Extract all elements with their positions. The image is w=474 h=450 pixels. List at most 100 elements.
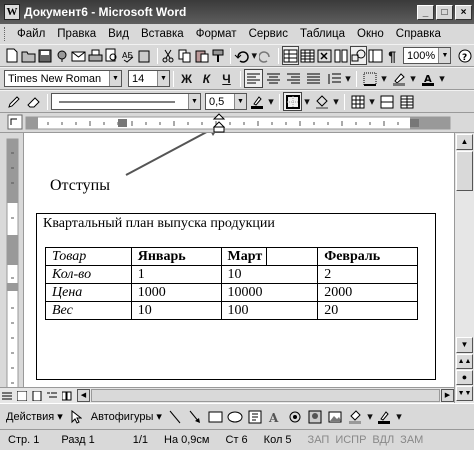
scroll-up-icon[interactable]: ▲ (456, 134, 473, 150)
insert-table-icon[interactable] (300, 46, 316, 65)
select-browse-object-icon[interactable]: ● (456, 370, 473, 385)
open-folder-icon[interactable] (21, 46, 37, 65)
wordart-icon[interactable]: A (266, 407, 285, 426)
status-overtype[interactable]: ЗАМ (397, 434, 426, 446)
research-icon[interactable] (137, 46, 153, 65)
select-objects-icon[interactable] (67, 407, 86, 426)
columns-icon[interactable] (333, 46, 349, 65)
eraser-icon[interactable] (24, 92, 43, 111)
menu-edit[interactable]: Правка (51, 28, 102, 40)
shading-dropdown-icon[interactable]: ▾ (332, 92, 340, 111)
clip-art-icon[interactable] (306, 407, 325, 426)
format-painter-icon[interactable] (210, 46, 226, 65)
arrow-tool-icon[interactable] (186, 407, 205, 426)
split-cells-icon[interactable] (397, 92, 416, 111)
shading-color-icon[interactable] (312, 92, 331, 111)
draw-table-pencil-icon[interactable] (4, 92, 23, 111)
table-cell[interactable]: 20 (317, 301, 418, 320)
outside-border-icon[interactable] (283, 92, 302, 111)
undo-icon[interactable] (234, 46, 250, 65)
fill-color-dropdown-icon[interactable]: ▾ (366, 407, 374, 426)
text-box-icon[interactable] (246, 407, 265, 426)
spelling-icon[interactable]: АБ (120, 46, 136, 65)
reading-view-icon[interactable] (60, 389, 74, 403)
borders-icon[interactable] (360, 69, 379, 88)
status-extend[interactable]: ВДЛ (369, 434, 397, 446)
insert-excel-icon[interactable] (317, 46, 333, 65)
close-button[interactable]: × (455, 4, 472, 20)
align-center-icon[interactable] (264, 69, 283, 88)
chevron-down-icon[interactable]: ▼ (109, 71, 121, 86)
paste-icon[interactable] (194, 46, 210, 65)
borders-dropdown-icon[interactable]: ▾ (380, 69, 388, 88)
header-cell[interactable]: Товар (45, 247, 132, 266)
merge-cells-icon[interactable] (377, 92, 396, 111)
table-cell[interactable]: 100 (220, 301, 319, 320)
header-cell[interactable]: Февраль (317, 247, 418, 266)
new-document-icon[interactable] (4, 46, 20, 65)
line-weight-select[interactable]: 0,5 ▼ (205, 93, 247, 110)
tables-borders-icon[interactable] (282, 46, 300, 65)
highlight-dropdown-icon[interactable]: ▾ (409, 69, 417, 88)
fill-color-icon[interactable] (346, 407, 365, 426)
underline-button[interactable]: Ч (217, 69, 236, 88)
outline-view-icon[interactable] (45, 389, 59, 403)
minimize-button[interactable]: _ (417, 4, 434, 20)
status-record[interactable]: ЗАП (300, 434, 333, 446)
table-cell[interactable]: Кол-во (45, 265, 132, 284)
line-spacing-icon[interactable] (324, 69, 343, 88)
insert-table-dropdown-icon[interactable]: ▾ (368, 92, 376, 111)
menu-table[interactable]: Таблица (294, 28, 351, 40)
table-cell[interactable]: Вес (45, 301, 132, 320)
diagram-icon[interactable] (286, 407, 305, 426)
vertical-scrollbar[interactable]: ▲ ▼ ▲▲ ● ▼▼ (454, 133, 474, 403)
maximize-button[interactable]: □ (436, 4, 453, 20)
table-cell[interactable]: 1000 (130, 283, 222, 302)
table-cell[interactable]: 1 (130, 265, 222, 284)
drawing-icon[interactable] (349, 46, 367, 65)
insert-picture-icon[interactable] (326, 407, 345, 426)
header-cell[interactable]: Март (220, 247, 319, 266)
help-icon[interactable]: ? (457, 46, 473, 65)
save-icon[interactable] (38, 46, 54, 65)
copy-icon[interactable] (177, 46, 193, 65)
chevron-down-icon[interactable]: ▼ (234, 94, 246, 109)
menu-insert[interactable]: Вставка (135, 28, 190, 40)
line-color-icon[interactable] (375, 407, 394, 426)
toolbar-grip[interactable] (4, 27, 7, 41)
print-preview-icon[interactable] (104, 46, 120, 65)
scroll-thumb[interactable] (456, 151, 473, 191)
outside-border-dropdown-icon[interactable]: ▾ (303, 92, 311, 111)
web-view-icon[interactable] (15, 389, 29, 403)
bold-button[interactable]: Ж (177, 69, 196, 88)
insert-table-menu-icon[interactable] (348, 92, 367, 111)
table-cell[interactable]: 10 (130, 301, 222, 320)
document-map-icon[interactable] (368, 46, 384, 65)
status-track-changes[interactable]: ИСПР (332, 434, 369, 446)
font-color-icon[interactable]: A (418, 69, 437, 88)
horizontal-ruler[interactable] (0, 113, 474, 133)
align-left-icon[interactable] (244, 69, 263, 88)
font-name-select[interactable]: Times New Roman ▼ (4, 70, 122, 87)
scroll-left-icon[interactable]: ◀ (77, 389, 90, 402)
horizontal-scrollbar[interactable]: ◀ ▶ (0, 387, 454, 403)
print-layout-icon[interactable] (30, 389, 44, 403)
line-spacing-dropdown-icon[interactable]: ▾ (344, 69, 352, 88)
justify-icon[interactable] (304, 69, 323, 88)
previous-page-icon[interactable]: ▲▲ (456, 354, 473, 369)
table-cell[interactable]: 10000 (220, 283, 319, 302)
autoshapes-menu[interactable]: Автофигуры ▾ (91, 410, 162, 423)
italic-button[interactable]: К (197, 69, 216, 88)
rectangle-tool-icon[interactable] (206, 407, 225, 426)
undo-dropdown-icon[interactable]: ▾ (251, 46, 258, 65)
menu-window[interactable]: Окно (351, 28, 390, 40)
align-right-icon[interactable] (284, 69, 303, 88)
show-hide-marks-icon[interactable]: ¶ (384, 46, 400, 65)
email-icon[interactable] (71, 46, 87, 65)
scroll-down-icon[interactable]: ▼ (456, 337, 473, 353)
menu-view[interactable]: Вид (102, 28, 135, 40)
document-page[interactable]: Отступы Квартальный план выпуска продукц… (24, 133, 454, 403)
highlight-icon[interactable] (389, 69, 408, 88)
header-cell[interactable]: Январь (130, 247, 222, 266)
vertical-ruler[interactable] (0, 133, 24, 403)
